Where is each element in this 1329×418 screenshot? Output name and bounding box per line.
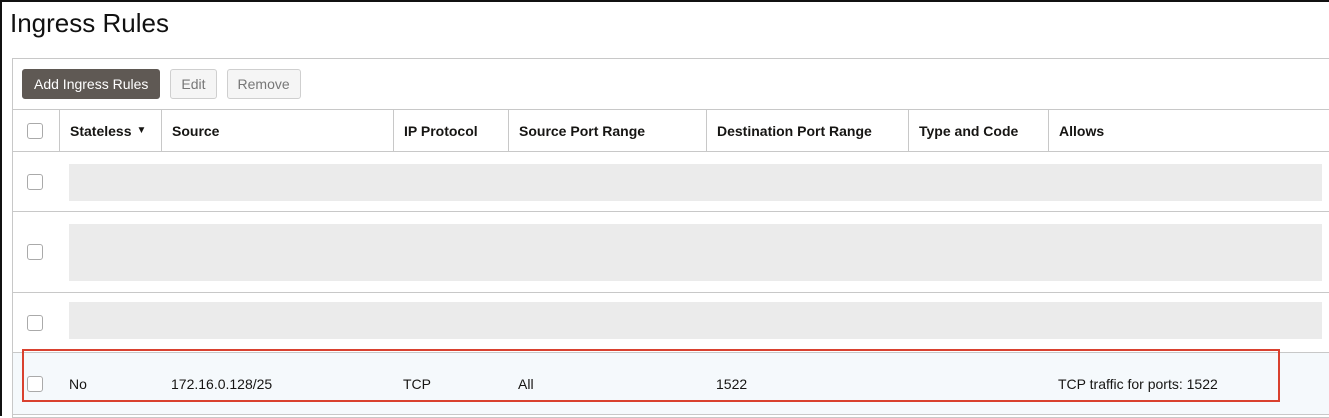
row-checkbox[interactable] — [27, 173, 43, 190]
column-type-and-code: Type and Code — [908, 110, 1048, 151]
table-row-placeholder — [13, 212, 1329, 293]
row-checkbox[interactable] — [27, 244, 43, 260]
sort-desc-icon: ▼ — [136, 125, 147, 136]
table-row[interactable]: No 172.16.0.128/25 TCP All 1522 TCP traf… — [13, 353, 1329, 415]
edit-button[interactable]: Edit — [170, 69, 217, 99]
table-row-placeholder — [13, 293, 1329, 353]
toolbar: Add Ingress Rules Edit Remove — [13, 59, 1329, 110]
column-stateless[interactable]: Stateless ▼ — [59, 110, 161, 151]
ingress-rules-panel: Add Ingress Rules Edit Remove Stateless ▼… — [12, 58, 1329, 418]
placeholder-bar — [69, 224, 1322, 281]
cell-source-port-range: All — [518, 375, 534, 392]
placeholder-bar — [69, 164, 1322, 201]
table-header: Stateless ▼ Source IP Protocol Source Por… — [13, 110, 1329, 152]
cell-stateless: No — [69, 375, 87, 392]
column-ip-protocol: IP Protocol — [393, 110, 508, 151]
row-checkbox[interactable] — [27, 375, 43, 392]
page-title: Ingress Rules — [10, 8, 169, 38]
select-all-checkbox[interactable] — [27, 122, 43, 139]
cell-ip-protocol: TCP — [403, 375, 431, 392]
add-ingress-rules-button[interactable]: Add Ingress Rules — [22, 69, 161, 99]
table-row-placeholder — [13, 152, 1329, 212]
column-source: Source — [161, 110, 393, 151]
row-checkbox[interactable] — [27, 314, 43, 331]
placeholder-bar — [69, 302, 1322, 339]
column-source-port-range: Source Port Range — [508, 110, 706, 151]
cell-allows: TCP traffic for ports: 1522 — [1058, 375, 1218, 392]
cell-destination-port-range: 1522 — [716, 375, 748, 392]
cell-source: 172.16.0.128/25 — [171, 375, 273, 392]
column-destination-port-range: Destination Port Range — [706, 110, 908, 151]
remove-button[interactable]: Remove — [226, 69, 301, 99]
column-allows: Allows — [1048, 110, 1329, 151]
